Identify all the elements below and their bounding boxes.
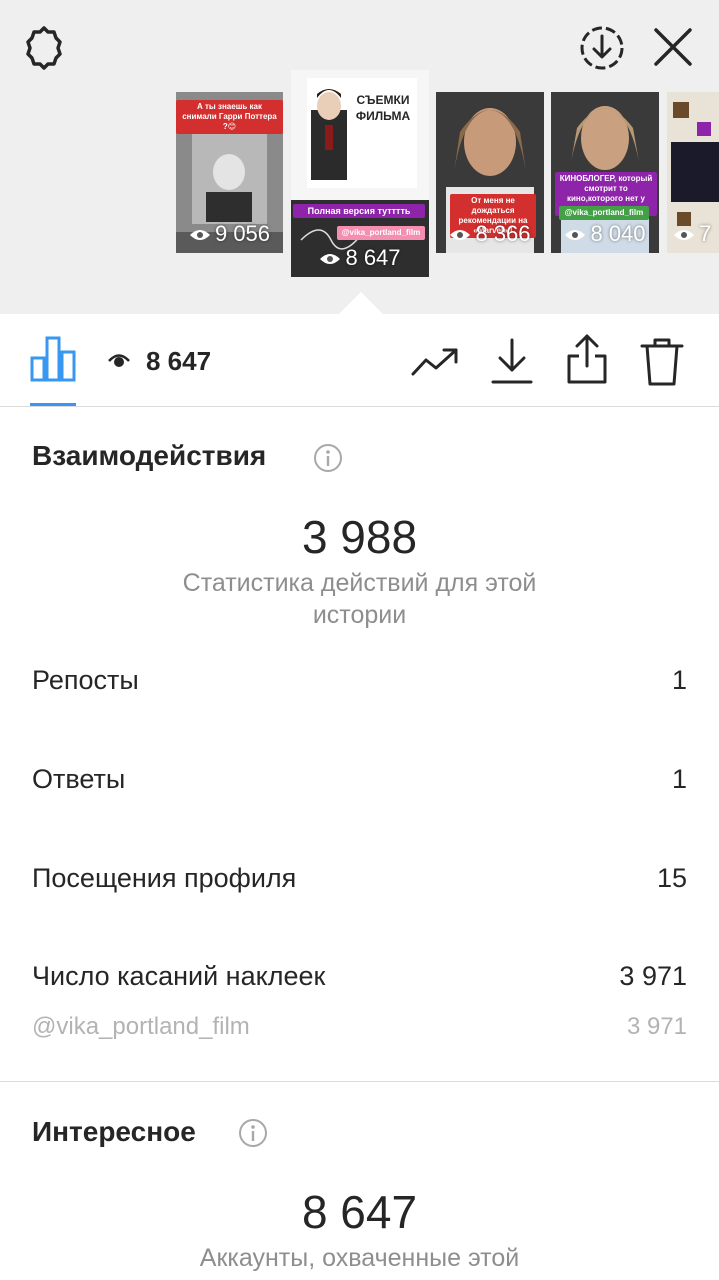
- story-tag: @vika_portland_film: [337, 226, 425, 240]
- story-thumbnail-selected[interactable]: СЪЕМКИ ФИЛЬМА Полная версия тутттть @vik…: [291, 70, 429, 277]
- share-icon[interactable]: [565, 332, 609, 384]
- eye-icon: [189, 230, 210, 241]
- active-tab-indicator: [30, 403, 76, 406]
- views-count: 8 647: [146, 346, 212, 376]
- story-thumbnail[interactable]: КИНОБЛОГЕР, который смотрит то кино,кото…: [551, 92, 659, 253]
- settings-gear-icon[interactable]: [20, 24, 68, 72]
- interactions-total: 3 988: [301, 511, 418, 563]
- story-views-count: 8 366: [475, 221, 531, 246]
- reposts-label: Репосты: [32, 665, 139, 695]
- story-views-count: 7: [699, 221, 712, 246]
- replies-value: 1: [671, 764, 687, 794]
- story-caption: Полная версия тутттть: [293, 204, 425, 218]
- profile-visits-value: 15: [656, 863, 687, 893]
- sticker-taps-label: Число касаний наклеек: [32, 961, 326, 991]
- story-views: 7: [673, 221, 719, 247]
- discovery-subtitle: Аккаунты, охваченные этой: [199, 1244, 520, 1272]
- story-views-count: 8 040: [590, 221, 646, 246]
- info-icon[interactable]: [313, 443, 343, 473]
- profile-visits-label: Посещения профиля: [32, 863, 297, 893]
- promote-trend-icon[interactable]: [410, 344, 460, 380]
- story-views-count: 9 056: [214, 221, 271, 246]
- download-circle-icon[interactable]: [578, 24, 626, 72]
- eye-icon: [674, 230, 694, 241]
- insights-bar-chart-icon[interactable]: [30, 334, 76, 382]
- sticker-account-label: @vika_portland_film: [32, 1013, 250, 1040]
- close-icon[interactable]: [650, 24, 696, 70]
- story-views: 8 647: [291, 245, 429, 271]
- story-tag: @vika_portland_film: [559, 206, 649, 220]
- story-toolbar: 8 647: [0, 314, 719, 407]
- reposts-value: 1: [671, 665, 687, 695]
- selected-pointer: [339, 292, 383, 314]
- replies-label: Ответы: [32, 764, 126, 794]
- sticker-taps-value: 3 971: [619, 961, 687, 991]
- story-views: 9 056: [176, 221, 283, 247]
- story-views: 8 366: [436, 221, 544, 247]
- story-thumbnail[interactable]: А ты знаешь как снимали Гарри Поттера ?😊…: [176, 92, 283, 253]
- info-icon[interactable]: [238, 1118, 268, 1148]
- interactions-title: Взаимодействия: [32, 440, 267, 471]
- download-icon[interactable]: [490, 336, 534, 386]
- sticker-account-value: 3 971: [626, 1013, 687, 1040]
- eye-icon: [450, 230, 471, 241]
- eye-icon: [108, 354, 130, 367]
- discovery-title: Интересное: [32, 1116, 196, 1147]
- eye-icon: [320, 254, 341, 265]
- story-thumbnail[interactable]: 7: [667, 92, 719, 253]
- story-views-count: 8 647: [345, 245, 401, 270]
- story-views: 8 040: [551, 221, 659, 247]
- discovery-total: 8 647: [301, 1186, 418, 1238]
- story-thumbnail[interactable]: От меня не дождаться рекомендации на «Ma…: [436, 92, 544, 253]
- delete-trash-icon[interactable]: [640, 336, 684, 386]
- interactions-subtitle: Статистика действий для этой истории: [182, 569, 537, 629]
- eye-icon: [565, 230, 586, 241]
- section-divider: [0, 1081, 719, 1082]
- story-caption: А ты знаешь как снимали Гарри Поттера ?😊: [176, 100, 283, 134]
- story-title: СЪЕМКИ ФИЛЬМА: [355, 93, 411, 123]
- story-strip: А ты знаешь как снимали Гарри Поттера ?😊…: [0, 0, 719, 314]
